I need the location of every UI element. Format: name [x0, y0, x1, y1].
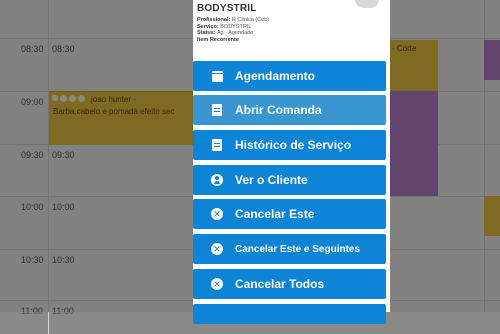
servico-label: Serviço:	[197, 23, 219, 30]
clipboard-icon	[207, 95, 227, 125]
more-actions-button[interactable]	[193, 304, 386, 324]
user-circle-icon	[207, 165, 227, 195]
menu-label: Cancelar Todos	[235, 277, 325, 291]
menu-label: Abrir Comanda	[235, 103, 322, 117]
calendar-icon	[207, 61, 227, 91]
x-circle-icon: ✕	[207, 199, 227, 229]
x-circle-icon: ✕	[207, 234, 227, 264]
historico-servico-button[interactable]: Histórico de Serviço	[193, 130, 386, 160]
profissional-label: Profissional:	[197, 17, 231, 23]
popup-title: BODYSTRIL	[197, 3, 257, 14]
profissional-value: R Clinica (Ceb)	[231, 17, 270, 23]
cancelar-este-seguintes-button[interactable]: ✕ Cancelar Este e Seguintes	[193, 234, 386, 264]
abrir-comanda-button[interactable]: Abrir Comanda	[193, 95, 386, 125]
appointment-popup: BODYSTRIL Profissional: R Clinica (Ceb) …	[193, 0, 390, 324]
ver-cliente-button[interactable]: Ver o Cliente	[193, 165, 386, 195]
status-label: Status:	[197, 30, 216, 37]
x-circle-icon: ✕	[207, 269, 227, 299]
menu-label: Cancelar Este e Seguintes	[235, 243, 361, 255]
menu-label: Agendamento	[235, 69, 316, 83]
recurring-label: Item Recorrente	[197, 36, 239, 43]
agendamento-button[interactable]: Agendamento	[193, 61, 386, 91]
close-button[interactable]	[355, 0, 379, 8]
menu-label: Cancelar Este	[235, 207, 315, 221]
cancelar-todos-button[interactable]: ✕ Cancelar Todos	[193, 269, 386, 299]
appointment-details: Profissional: R Clinica (Ceb) Serviço: B…	[197, 17, 269, 43]
status-value: Ag - Agendado	[216, 30, 254, 37]
menu-label: Histórico de Serviço	[235, 138, 352, 152]
menu-label: Ver o Cliente	[235, 173, 308, 187]
cancelar-este-button[interactable]: ✕ Cancelar Este	[193, 199, 386, 229]
servico-value: BODYSTRIL	[220, 23, 252, 30]
clipboard-icon	[207, 130, 227, 160]
